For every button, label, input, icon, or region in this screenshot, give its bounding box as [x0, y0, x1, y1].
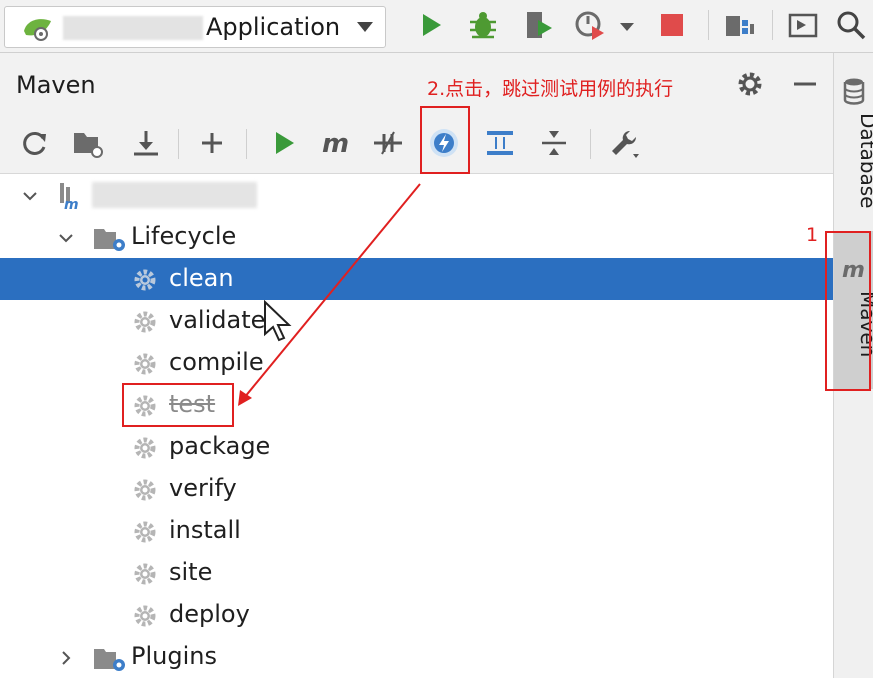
run-icon[interactable] [414, 8, 448, 42]
reload-icon[interactable] [16, 125, 52, 161]
annotation-highlight-maven-tab [825, 231, 871, 391]
tree-row-plugins[interactable]: Plugins [0, 636, 833, 678]
goal-label: compile [169, 348, 264, 376]
show-dependencies-icon[interactable] [482, 125, 518, 161]
tree-row-project[interactable]: m [0, 174, 833, 216]
annotation-step2-text: 2.点击，跳过测试用例的执行 [427, 78, 674, 100]
toolbar-divider [590, 129, 591, 159]
gear-icon[interactable] [733, 67, 767, 101]
goal-label: validate [169, 306, 266, 334]
tree-row-goal-clean[interactable]: clean [0, 258, 833, 300]
toolbar-divider [246, 129, 247, 159]
redacted-project-name [92, 182, 257, 208]
profile-icon[interactable] [573, 8, 607, 42]
gear-icon [134, 437, 156, 459]
plugins-folder-icon [94, 649, 125, 671]
gear-icon [134, 479, 156, 501]
plus-icon[interactable] [194, 125, 230, 161]
run-maven-icon[interactable] [266, 125, 302, 161]
mouse-cursor-icon [264, 300, 292, 342]
tree-row-goal-compile[interactable]: compile [0, 342, 833, 384]
svg-text:m: m [64, 197, 79, 211]
search-icon[interactable] [834, 8, 868, 42]
maven-panel-header: Maven [0, 53, 833, 113]
gear-icon [134, 521, 156, 543]
tree-row-goal-verify[interactable]: verify [0, 468, 833, 510]
lifecycle-label: Lifecycle [131, 222, 237, 250]
svg-text:m: m [322, 129, 349, 159]
gear-icon [134, 311, 156, 333]
debug-icon[interactable] [466, 8, 500, 42]
chevron-down-icon[interactable] [357, 22, 373, 32]
download-icon[interactable] [128, 125, 164, 161]
tree-row-lifecycle[interactable]: Lifecycle [0, 216, 833, 258]
coverage-icon[interactable] [522, 8, 556, 42]
spring-boot-icon [24, 19, 51, 41]
gear-icon [134, 605, 156, 627]
main-toolbar: Application [0, 0, 873, 53]
toolbar-divider [178, 129, 179, 159]
toggle-offline-icon[interactable] [370, 125, 406, 161]
redacted-module-name [63, 16, 203, 40]
chevron-down-icon[interactable] [56, 228, 76, 248]
database-icon [843, 78, 865, 105]
annotation-step1-text: 1 [806, 224, 819, 246]
goal-label: package [169, 432, 271, 460]
goal-label: install [169, 516, 241, 544]
chevron-right-icon[interactable] [56, 648, 76, 668]
goal-label: clean [169, 264, 234, 292]
terminal-icon[interactable] [786, 8, 820, 42]
maven-module-icon: m [60, 183, 79, 211]
tree-row-goal-package[interactable]: package [0, 426, 833, 468]
lifecycle-folder-icon [94, 229, 125, 251]
gear-icon [134, 269, 156, 291]
plugins-label: Plugins [131, 642, 217, 670]
chevron-down-icon[interactable] [20, 186, 40, 206]
project-structure-icon[interactable] [722, 8, 756, 42]
minimize-icon[interactable] [788, 67, 822, 101]
toolbar-divider [772, 10, 773, 40]
tree-row-goal-validate[interactable]: validate [0, 300, 833, 342]
maven-tool-window: Maven m m Lifecycle clean validate compi… [0, 53, 834, 678]
execute-goal-icon[interactable]: m [318, 125, 354, 161]
toolbar-divider [708, 10, 709, 40]
add-folder-icon[interactable] [70, 125, 106, 161]
run-config-name: Application [206, 13, 341, 41]
maven-panel-toolbar: m [0, 113, 833, 174]
tree-row-goal-install[interactable]: install [0, 510, 833, 552]
goal-label: site [169, 558, 213, 586]
tree-row-goal-site[interactable]: site [0, 552, 833, 594]
goal-label: deploy [169, 600, 250, 628]
run-configuration-selector[interactable]: Application [4, 6, 386, 48]
tree-row-goal-deploy[interactable]: deploy [0, 594, 833, 636]
panel-title: Maven [16, 71, 96, 99]
dropdown-icon[interactable] [614, 8, 640, 42]
annotation-highlight-test-goal [122, 383, 234, 427]
goal-label: verify [169, 474, 237, 502]
database-tab[interactable]: Database [841, 113, 873, 208]
collapse-all-icon[interactable] [536, 125, 572, 161]
settings-wrench-icon[interactable] [606, 125, 642, 161]
gear-icon [134, 563, 156, 585]
gear-icon [134, 353, 156, 375]
annotation-highlight-skip-tests [420, 106, 470, 174]
stop-icon[interactable] [655, 8, 689, 42]
